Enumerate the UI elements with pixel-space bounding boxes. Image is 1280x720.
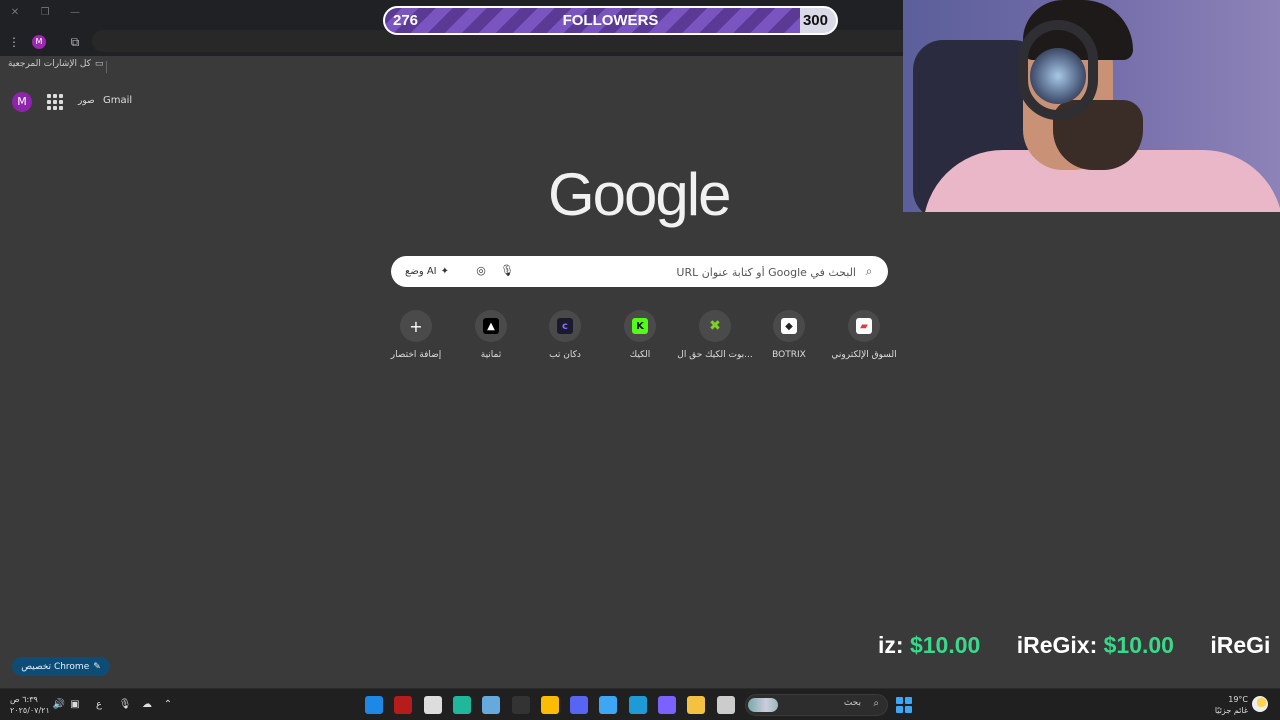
- weather-widget[interactable]: 19°C غائم جزئيًا: [1212, 694, 1248, 716]
- outlook-icon[interactable]: [365, 696, 383, 714]
- bookmarks-divider: [106, 61, 107, 73]
- all-bookmarks-button[interactable]: كل الإشارات المرجعية ▭: [8, 59, 103, 69]
- kick-bot-icon: ✖: [699, 310, 731, 342]
- microphone-icon[interactable]: 🎙: [500, 264, 514, 278]
- thmanyah-icon: ▲: [475, 310, 507, 342]
- restore-window-icon[interactable]: ❐: [38, 6, 52, 20]
- google-lens-icon[interactable]: ◎: [474, 264, 488, 278]
- edge-icon[interactable]: [628, 696, 647, 714]
- extensions-icon[interactable]: ⧉: [67, 34, 83, 50]
- m365-icon[interactable]: [658, 696, 676, 714]
- shortcut-label: الكيك: [629, 350, 651, 360]
- notepad-icon[interactable]: [716, 696, 735, 714]
- pencil-icon: ✎: [93, 661, 101, 672]
- shortcut-label: BOTRIX: [772, 350, 806, 360]
- followers-title: FOLLOWERS: [562, 12, 659, 29]
- search-box[interactable]: ⌕ 🎙 ◎ وضع AI ✦: [391, 256, 888, 287]
- shortcut-market[interactable]: ▰ السوق الإلكتروني: [826, 310, 902, 360]
- images-link[interactable]: صور: [78, 96, 95, 106]
- shortcut-label: السوق الإلكتروني: [831, 350, 897, 360]
- customize-chrome-label: تخصيص Chrome: [21, 661, 90, 672]
- volume-icon[interactable]: 🔊: [52, 698, 66, 712]
- search-highlight-image: [748, 698, 778, 712]
- donation-amount: $10.00: [909, 632, 981, 658]
- donation-item: iReGix: $10.00: [1017, 632, 1174, 659]
- language-indicator[interactable]: ع: [92, 698, 106, 712]
- epic-icon[interactable]: [511, 696, 530, 714]
- donor-name: iReGix:: [1016, 632, 1098, 658]
- weather-desc: غائم جزئيًا: [1214, 706, 1248, 715]
- donation-item: iReGi: [1210, 632, 1270, 659]
- search-input[interactable]: [556, 263, 856, 281]
- botrix-icon: ◆: [773, 310, 805, 342]
- terminal-icon[interactable]: [452, 696, 471, 714]
- all-bookmarks-label: كل الإشارات المرجعية: [8, 59, 91, 69]
- donation-ticker: iz: $10.00 iReGix: $10.00 iReGi: [878, 632, 1280, 662]
- webcam-feed: [903, 0, 1280, 212]
- market-icon: ▰: [848, 310, 880, 342]
- donor-name: iz:: [878, 632, 904, 658]
- clock-date: ٢٠٢٥/٠٧/٢١: [10, 706, 50, 715]
- google-account-avatar[interactable]: M: [12, 92, 32, 112]
- shortcut-kick[interactable]: K الكيك: [602, 310, 678, 360]
- headphone-earcup: [1030, 48, 1086, 104]
- clock[interactable]: ٦:٣٩ ص ٢٠٢٥/٠٧/٢١: [10, 694, 50, 716]
- windows-taskbar: ٦:٣٩ ص ٢٠٢٥/٠٧/٢١ 🔊 ▣ ع 🎙 ☁ ⌃ بحث ⌕ 19°C…: [0, 688, 1280, 720]
- ai-mode-label: وضع AI: [405, 266, 437, 277]
- add-shortcut-button[interactable]: + إضافة اختصار: [378, 310, 454, 360]
- chevron-up-icon[interactable]: ⌃: [161, 698, 175, 712]
- customize-chrome-button[interactable]: تخصيص Chrome ✎: [12, 657, 110, 676]
- shortcut-label: إضافة اختصار: [390, 350, 442, 360]
- shortcut-label: بوت الكيك حق ال...: [677, 350, 753, 360]
- donation-item: iz: $10.00: [878, 632, 980, 659]
- shortcut-thmanyah[interactable]: ▲ ثمانية: [453, 310, 529, 360]
- weather-temp: 19°C: [1228, 695, 1248, 704]
- ai-mode-button[interactable]: وضع AI ✦: [399, 262, 455, 281]
- chrome-icon[interactable]: [540, 696, 559, 714]
- kick-icon: K: [624, 310, 656, 342]
- search-icon: ⌕: [873, 698, 879, 709]
- explorer-icon[interactable]: [687, 696, 706, 714]
- profile-avatar[interactable]: M: [32, 35, 46, 49]
- browser-menu-icon[interactable]: ⋮: [8, 34, 20, 50]
- shortcut-label: ثمانية: [480, 350, 502, 360]
- shortcut-dukan[interactable]: c دكان تب: [527, 310, 603, 360]
- followers-goal-bar: 276 FOLLOWERS 300: [383, 6, 838, 35]
- network-icon[interactable]: ▣: [68, 698, 82, 712]
- taskbar-search-label: بحث: [843, 698, 861, 708]
- onedrive-icon[interactable]: ☁: [140, 698, 154, 712]
- partly-cloudy-icon: [1252, 696, 1268, 712]
- shortcut-kick-bot[interactable]: ✖ بوت الكيك حق ال...: [677, 310, 753, 360]
- shortcut-label: دكان تب: [549, 350, 581, 360]
- close-window-icon[interactable]: ✕: [8, 6, 22, 20]
- shortcuts-grid: ▰ السوق الإلكتروني ◆ BOTRIX ✖ بوت الكيك …: [378, 310, 903, 370]
- microphone-tray-icon[interactable]: 🎙: [118, 698, 132, 712]
- sparkle-search-icon: ✦: [440, 266, 450, 277]
- taskbar-search[interactable]: بحث ⌕: [745, 694, 888, 716]
- start-button-icon[interactable]: [896, 697, 912, 713]
- google-apps-icon[interactable]: [47, 94, 63, 110]
- dukan-icon: c: [549, 310, 581, 342]
- plus-icon: +: [400, 310, 432, 342]
- donation-amount: $10.00: [1103, 632, 1174, 658]
- shortcut-botrix[interactable]: ◆ BOTRIX: [751, 310, 827, 360]
- gmail-link[interactable]: Gmail: [103, 95, 132, 106]
- followers-goal: 300: [802, 12, 828, 29]
- folder-icon: ▭: [94, 59, 104, 69]
- acrobat-icon[interactable]: [394, 696, 413, 714]
- donor-name: iReGi: [1210, 632, 1271, 658]
- store-icon[interactable]: [599, 696, 618, 714]
- google-logo: Google: [548, 161, 731, 228]
- discord-icon[interactable]: [570, 696, 589, 714]
- clock-time: ٦:٣٩ ص: [10, 695, 38, 704]
- steam-icon[interactable]: [482, 696, 501, 714]
- search-icon: ⌕: [865, 264, 873, 278]
- minimize-window-icon[interactable]: —: [68, 6, 82, 20]
- obs-icon[interactable]: [423, 696, 442, 714]
